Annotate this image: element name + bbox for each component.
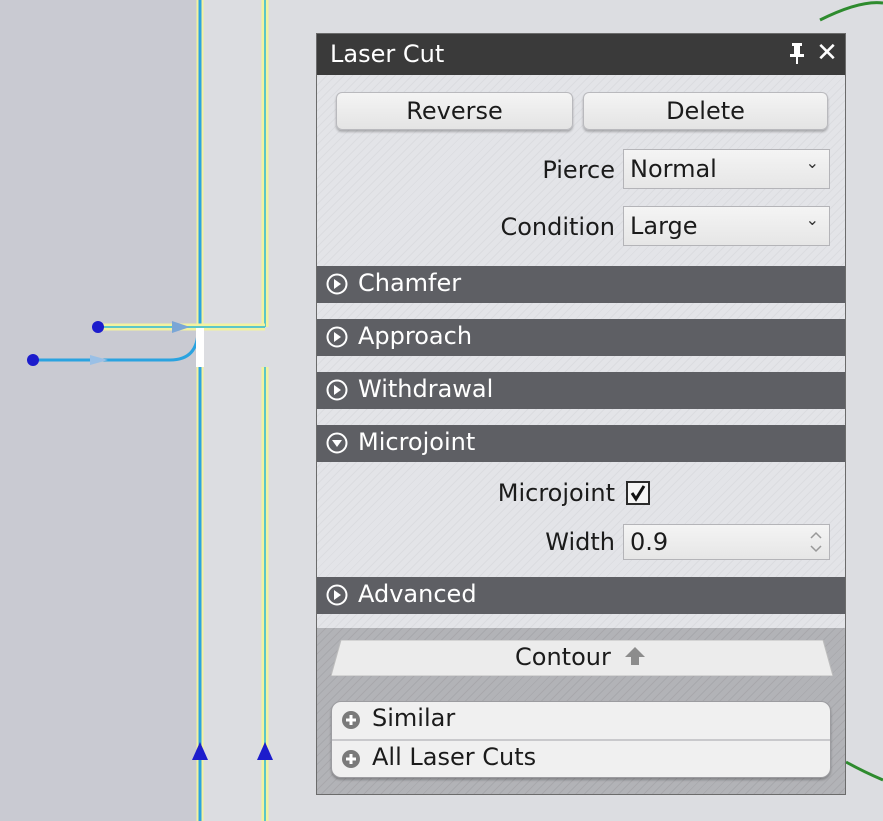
scope-item-similar[interactable]: Similar (332, 702, 830, 740)
laser-cut-panel: Laser Cut ✕ Reverse Delete Pierce Normal… (316, 33, 846, 795)
right-cut-direction-arrow (257, 742, 273, 760)
spin-down-icon[interactable] (810, 544, 822, 554)
plus-circle-icon (342, 750, 360, 768)
section-label: Chamfer (358, 269, 462, 297)
left-cut-direction-arrow (192, 742, 208, 760)
expand-circle-icon (326, 584, 348, 606)
scope-list: Similar All Laser Cuts (331, 701, 831, 778)
contour-tab[interactable]: Contour (331, 640, 833, 676)
condition-select[interactable]: Large ⌄ (623, 206, 830, 246)
section-withdrawal[interactable]: Withdrawal (317, 372, 845, 409)
width-spinbox[interactable]: 0.9 (623, 524, 830, 560)
delete-button[interactable]: Delete (583, 92, 828, 130)
close-icon[interactable]: ✕ (815, 40, 839, 66)
panel-title: Laser Cut (330, 40, 445, 68)
width-label: Width (545, 528, 615, 556)
section-microjoint[interactable]: Microjoint (317, 425, 845, 462)
condition-label: Condition (500, 213, 615, 241)
arrow-up-icon (625, 647, 645, 665)
scope-item-label: Similar (372, 704, 456, 732)
section-approach[interactable]: Approach (317, 319, 845, 356)
checkmark-icon (630, 485, 646, 502)
section-label: Microjoint (358, 428, 476, 456)
expand-circle-icon (326, 379, 348, 401)
section-label: Approach (358, 322, 473, 350)
contour-label: Contour (515, 643, 611, 671)
width-value: 0.9 (630, 528, 669, 556)
collapse-circle-icon (326, 432, 348, 454)
section-chamfer[interactable]: Chamfer (317, 266, 845, 303)
lower-lead-arrow (90, 355, 108, 365)
chevron-down-icon: ⌄ (805, 153, 819, 172)
reverse-button[interactable]: Reverse (336, 92, 573, 130)
top-lead-point (92, 321, 104, 333)
section-label: Withdrawal (358, 375, 494, 403)
expand-circle-icon (326, 326, 348, 348)
chevron-down-icon: ⌄ (805, 210, 819, 229)
part-outline-arc (819, 1, 883, 22)
section-advanced[interactable]: Advanced (317, 577, 845, 614)
microjoint-gap (196, 328, 204, 367)
plus-circle-icon (342, 711, 360, 729)
lead-in-path (33, 329, 200, 362)
top-lead-arrow (172, 321, 190, 333)
spin-up-icon[interactable] (810, 530, 822, 540)
scope-item-label: All Laser Cuts (372, 743, 537, 771)
pierce-label: Pierce (542, 156, 615, 184)
section-label: Advanced (358, 580, 477, 608)
expand-circle-icon (326, 273, 348, 295)
scope-area: Contour Similar All Laser Cuts (317, 628, 845, 794)
panel-titlebar[interactable]: Laser Cut ✕ (317, 34, 845, 75)
lower-lead-point (27, 354, 39, 366)
pierce-value: Normal (630, 155, 717, 183)
microjoint-checkbox[interactable] (626, 481, 650, 505)
pin-icon[interactable] (787, 41, 807, 65)
microjoint-checkbox-label: Microjoint (497, 479, 615, 507)
scope-item-all-laser-cuts[interactable]: All Laser Cuts (332, 741, 830, 777)
pierce-select[interactable]: Normal ⌄ (623, 149, 830, 189)
condition-value: Large (630, 212, 698, 240)
part-outline-arc-lower (845, 760, 883, 782)
